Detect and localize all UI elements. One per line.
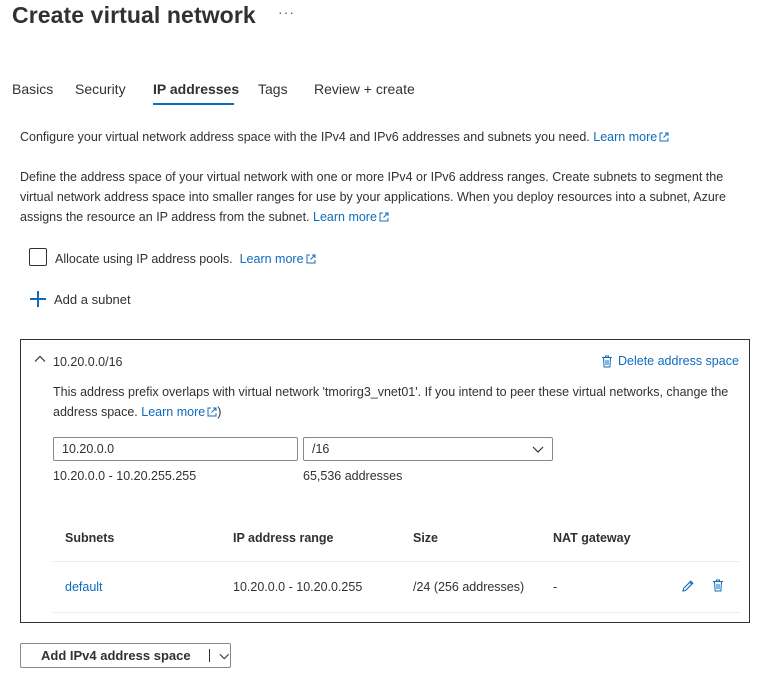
- description-paragraph: Define the address space of your virtual…: [20, 167, 755, 227]
- subnet-size: /24 (256 addresses): [413, 580, 525, 594]
- overlap-learn-more-label: Learn more: [141, 405, 206, 419]
- subnet-name-link[interactable]: default: [65, 580, 103, 594]
- intro-paragraph: Configure your virtual network address s…: [20, 127, 755, 147]
- tab-basics[interactable]: Basics: [12, 81, 53, 97]
- table-divider: [53, 612, 740, 613]
- chevron-down-icon: [532, 446, 544, 453]
- chevron-up-icon[interactable]: [33, 352, 47, 366]
- external-link-icon: [207, 407, 217, 417]
- overlap-warning: This address prefix overlaps with virtua…: [53, 382, 743, 422]
- tab-review-create[interactable]: Review + create: [314, 81, 415, 97]
- address-range-text: 10.20.0.0 - 10.20.255.255: [53, 469, 197, 483]
- chevron-down-icon[interactable]: [219, 651, 230, 661]
- column-header-ip-range: IP address range: [233, 531, 334, 545]
- split-separator: [208, 649, 210, 662]
- active-tab-indicator: [153, 103, 234, 105]
- address-input[interactable]: [53, 437, 298, 461]
- plus-icon: [29, 290, 47, 308]
- delete-address-space-button[interactable]: Delete address space: [601, 354, 739, 368]
- ip-pools-label-row: Allocate using IP address pools. Learn m…: [55, 249, 316, 269]
- add-ipv4-label: Add IPv4 address space: [41, 648, 191, 663]
- tab-security[interactable]: Security: [75, 81, 126, 97]
- trash-icon: [602, 355, 612, 367]
- add-subnet-label: Add a subnet: [54, 291, 131, 307]
- intro-text: Configure your virtual network address s…: [20, 130, 590, 144]
- table-divider: [53, 561, 740, 562]
- tab-ip-addresses[interactable]: IP addresses: [153, 81, 239, 97]
- mask-select-value: /16: [312, 442, 330, 456]
- ip-pools-learn-more-label: Learn more: [239, 252, 304, 266]
- external-link-icon: [306, 254, 316, 264]
- overlap-learn-more-link[interactable]: Learn more: [141, 405, 217, 419]
- external-link-icon: [379, 212, 389, 222]
- external-link-icon: [659, 132, 669, 142]
- column-header-size: Size: [413, 531, 439, 545]
- trash-icon[interactable]: [712, 579, 724, 592]
- ip-pools-checkbox[interactable]: [29, 248, 47, 266]
- description-learn-more-label: Learn more: [313, 210, 377, 224]
- column-header-subnets: Subnets: [65, 531, 115, 545]
- address-prefix-label: 10.20.0.0/16: [53, 355, 123, 369]
- mask-select[interactable]: /16: [303, 437, 553, 461]
- ip-pools-learn-more-link[interactable]: Learn more: [240, 252, 316, 266]
- intro-learn-more-label: Learn more: [593, 130, 658, 144]
- page-title: Create virtual network: [12, 2, 256, 28]
- description-learn-more-link[interactable]: Learn more: [313, 210, 389, 224]
- overlap-warning-suffix: ): [217, 405, 222, 419]
- add-ipv4-address-space-button[interactable]: Add IPv4 address space: [20, 643, 231, 668]
- column-header-nat-gateway: NAT gateway: [553, 531, 631, 545]
- add-subnet-button[interactable]: Add a subnet: [29, 290, 131, 308]
- address-count-text: 65,536 addresses: [303, 469, 403, 483]
- edit-icon[interactable]: [681, 579, 695, 593]
- ip-pools-label: Allocate using IP address pools.: [55, 252, 233, 266]
- more-options-button[interactable]: ···: [278, 4, 295, 20]
- tab-tags[interactable]: Tags: [258, 81, 288, 97]
- subnet-nat-gateway: -: [553, 580, 558, 594]
- intro-learn-more-link[interactable]: Learn more: [593, 130, 669, 144]
- subnet-ip-range: 10.20.0.0 - 10.20.0.255: [233, 580, 363, 594]
- delete-address-space-label: Delete address space: [618, 354, 739, 368]
